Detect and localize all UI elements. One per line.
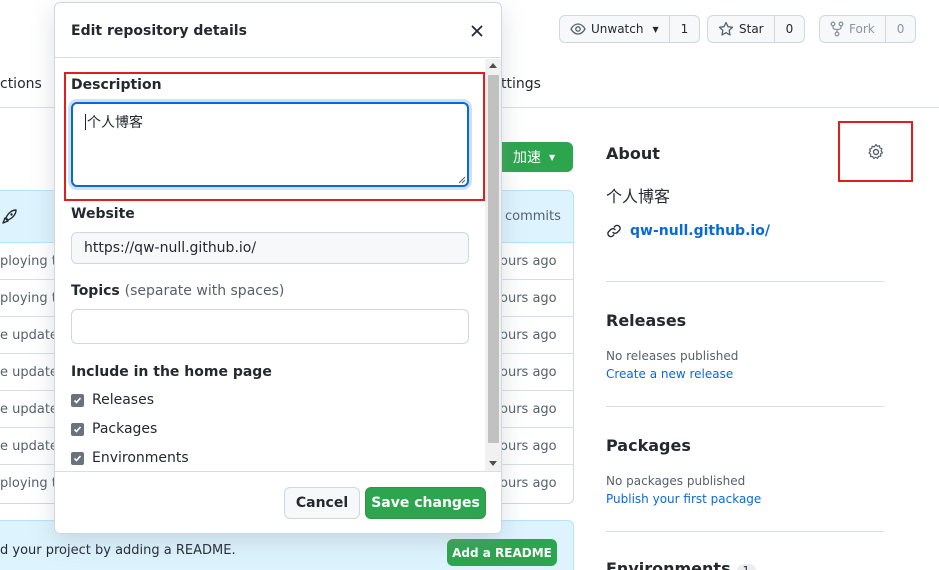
- dialog-title: Edit repository details: [71, 23, 247, 39]
- link-icon: [607, 224, 621, 238]
- sidebar-divider: [606, 281, 884, 282]
- save-changes-button[interactable]: Save changes: [365, 487, 486, 519]
- checkbox-checked-icon[interactable]: [71, 393, 84, 407]
- packages-checkbox-label[interactable]: Packages: [92, 421, 157, 437]
- tab-settings[interactable]: ttings: [501, 76, 541, 92]
- fork-count[interactable]: 0: [884, 16, 916, 42]
- star-segment[interactable]: Star: [708, 16, 774, 42]
- checkbox-checked-icon[interactable]: [71, 422, 84, 436]
- about-website-text[interactable]: qw-null.github.io/: [630, 223, 770, 239]
- releases-empty-text: No releases published: [606, 349, 739, 363]
- packages-checkbox-row[interactable]: Packages: [71, 421, 157, 437]
- commit-age: ours ago: [500, 402, 557, 417]
- tab-actions[interactable]: ctions: [0, 76, 42, 92]
- website-label: Website: [71, 206, 135, 222]
- resize-grip-icon[interactable]: [456, 174, 466, 184]
- code-button-label: 加速: [513, 150, 541, 166]
- dialog-footer: Cancel Save changes: [55, 471, 501, 533]
- scroll-up-arrow-icon[interactable]: [489, 63, 497, 68]
- website-field[interactable]: https://qw-null.github.io/: [71, 232, 469, 264]
- chevron-down-icon: ▼: [652, 24, 659, 34]
- commit-age: ours ago: [500, 328, 557, 343]
- publish-package-link[interactable]: Publish your first package: [606, 492, 761, 506]
- star-icon: [718, 21, 734, 36]
- scrollbar-thumb[interactable]: [488, 75, 499, 443]
- unwatch-label: Unwatch: [591, 22, 644, 36]
- releases-heading[interactable]: Releases: [606, 311, 686, 330]
- close-icon: [471, 25, 483, 37]
- commit-age: ours ago: [500, 439, 557, 454]
- topics-label: Topics (separate with spaces): [71, 283, 284, 299]
- close-button[interactable]: [467, 21, 487, 41]
- description-label: Description: [71, 77, 162, 93]
- about-website-link[interactable]: qw-null.github.io/: [606, 223, 770, 239]
- create-release-link[interactable]: Create a new release: [606, 367, 733, 381]
- chevron-down-icon: ▼: [549, 152, 556, 162]
- scroll-down-arrow-icon[interactable]: [489, 461, 497, 466]
- fork-icon: [830, 21, 844, 37]
- unwatch-button[interactable]: Unwatch ▼ 1: [559, 15, 701, 43]
- environments-count: 1: [736, 564, 756, 570]
- releases-checkbox-label[interactable]: Releases: [92, 392, 154, 408]
- fork-label: Fork: [849, 22, 875, 36]
- checkbox-checked-icon[interactable]: [71, 451, 84, 465]
- edit-repository-dialog: Edit repository details Description 个人博客…: [54, 2, 502, 534]
- packages-empty-text: No packages published: [606, 474, 746, 488]
- commit-age: ours ago: [500, 476, 557, 491]
- fork-segment[interactable]: Fork: [820, 16, 885, 42]
- about-description: 个人博客: [606, 187, 671, 206]
- eye-icon: [570, 23, 586, 35]
- topics-label-text: Topics: [71, 283, 120, 299]
- about-heading: About: [606, 144, 660, 163]
- sidebar-divider: [606, 531, 884, 532]
- website-value: https://qw-null.github.io/: [84, 240, 257, 256]
- gear-icon[interactable]: [867, 143, 885, 161]
- star-count[interactable]: 0: [773, 16, 805, 42]
- edit-about-highlight: [838, 121, 913, 182]
- commits-link[interactable]: commits: [505, 209, 561, 224]
- watch-count[interactable]: 1: [668, 16, 700, 42]
- dialog-header: Edit repository details: [55, 3, 501, 58]
- topics-hint: (separate with spaces): [124, 283, 285, 299]
- include-home-label: Include in the home page: [71, 364, 272, 380]
- environments-heading-text[interactable]: Environments: [606, 559, 731, 570]
- description-field[interactable]: 个人博客: [71, 102, 469, 187]
- unwatch-segment[interactable]: Unwatch ▼: [560, 16, 669, 42]
- description-value: 个人博客: [87, 115, 143, 131]
- packages-heading[interactable]: Packages: [606, 436, 691, 455]
- fork-button[interactable]: Fork 0: [819, 15, 917, 43]
- cancel-button[interactable]: Cancel: [284, 487, 360, 519]
- code-accelerate-button[interactable]: 加速 ▼: [500, 142, 573, 172]
- commit-age: ours ago: [500, 291, 557, 306]
- text-caret: [85, 114, 86, 130]
- commit-age: ours ago: [500, 365, 557, 380]
- readme-prompt-text: d your project by adding a README.: [0, 543, 236, 558]
- topics-field[interactable]: [71, 309, 469, 344]
- environments-checkbox-row[interactable]: Environments: [71, 450, 189, 466]
- star-label: Star: [739, 22, 764, 36]
- sidebar-divider: [606, 406, 884, 407]
- star-button[interactable]: Star 0: [707, 15, 806, 43]
- commit-age: ours ago: [500, 254, 557, 269]
- releases-checkbox-row[interactable]: Releases: [71, 392, 154, 408]
- add-readme-button[interactable]: Add a README: [447, 539, 557, 566]
- dialog-scrollbar[interactable]: [485, 59, 501, 471]
- environments-checkbox-label[interactable]: Environments: [92, 450, 189, 466]
- environments-heading[interactable]: Environments 1: [606, 559, 756, 570]
- rocket-icon: [0, 208, 18, 230]
